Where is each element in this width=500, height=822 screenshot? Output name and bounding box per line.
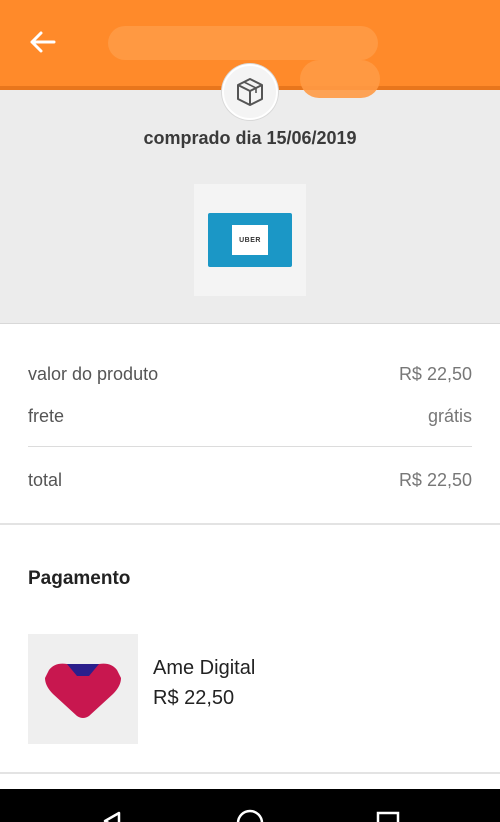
payment-title: Pagamento — [28, 568, 131, 589]
system-navigation-bar — [0, 789, 500, 822]
back-button[interactable] — [22, 22, 62, 62]
nav-recents-icon — [376, 811, 400, 822]
section-divider — [0, 523, 500, 525]
nav-home-button[interactable] — [230, 793, 270, 822]
price-breakdown: valor do produto R$ 22,50 frete grátis t… — [0, 324, 500, 524]
uber-gift-card: UBER — [208, 213, 292, 267]
purchase-date: comprado dia 15/06/2019 — [143, 128, 357, 148]
order-summary: comprado dia 15/06/2019 UBER — [0, 90, 500, 324]
redacted-title — [108, 26, 378, 60]
product-value-amount: R$ 22,50 — [398, 364, 472, 384]
product-image[interactable]: UBER — [194, 184, 306, 296]
total-label: total — [28, 470, 63, 490]
shipping-label: frete — [28, 406, 65, 426]
nav-home-icon — [236, 809, 264, 822]
nav-back-icon — [103, 811, 121, 822]
shipping-row: frete grátis — [28, 406, 472, 427]
price-divider — [28, 446, 472, 447]
payment-method-amount: R$ 22,50 — [153, 687, 235, 709]
uber-logo: UBER — [232, 225, 268, 255]
box-icon — [237, 78, 263, 106]
product-value-row: valor do produto R$ 22,50 — [28, 364, 472, 385]
total-value: R$ 22,50 — [398, 470, 472, 490]
ame-heart-logo — [45, 663, 121, 718]
order-status-badge — [222, 64, 278, 120]
total-row: total R$ 22,50 — [28, 470, 472, 491]
product-value-label: valor do produto — [28, 364, 159, 384]
nav-recents-button[interactable] — [368, 793, 408, 822]
redacted-title-tail — [300, 60, 380, 98]
shipping-value: grátis — [427, 406, 472, 426]
nav-back-button[interactable] — [92, 793, 132, 822]
bottom-divider — [0, 772, 500, 774]
arrow-left-icon — [30, 31, 56, 53]
payment-method-logo — [28, 634, 138, 744]
payment-method-name: Ame Digital — [153, 657, 256, 679]
